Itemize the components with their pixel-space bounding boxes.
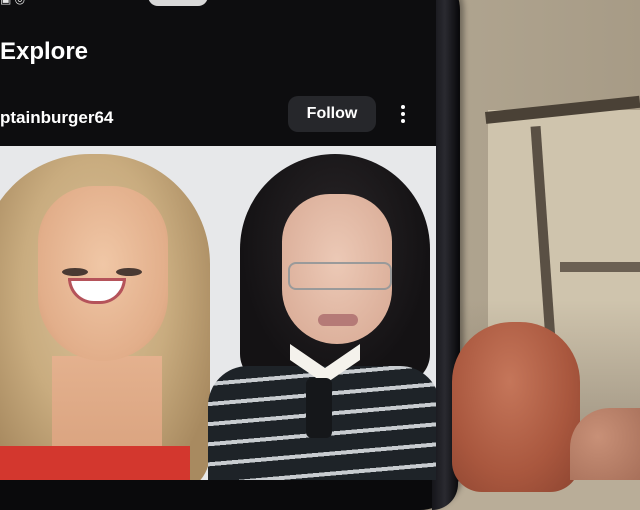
door-rail-middle <box>560 262 640 272</box>
person-left-face <box>38 186 168 361</box>
status-icons-left: ▣ ◎ <box>0 0 25 6</box>
glasses <box>288 262 392 290</box>
thumb <box>452 322 580 492</box>
person-right-lips <box>318 314 358 326</box>
person-left-eye <box>116 268 142 276</box>
person-right-tie <box>306 378 332 438</box>
person-left-top <box>0 446 190 480</box>
person-left-eye <box>62 268 88 276</box>
post-header: ptainburger64 Follow <box>0 96 436 136</box>
page-title: Explore <box>0 38 89 65</box>
camera-cutout <box>148 0 208 6</box>
post-photo[interactable] <box>0 146 436 480</box>
status-bar: ▣ ◎ ▤ ✉ ▼ ▮ ▮▮▮ <box>0 0 436 8</box>
phone-screen: ▣ ◎ ▤ ✉ ▼ ▮ ▮▮▮ Explore ptainburger64 Fo… <box>0 0 436 480</box>
post-username[interactable]: ptainburger64 <box>0 108 113 128</box>
follow-button[interactable]: Follow <box>288 96 376 132</box>
more-vertical-icon[interactable] <box>396 102 410 126</box>
